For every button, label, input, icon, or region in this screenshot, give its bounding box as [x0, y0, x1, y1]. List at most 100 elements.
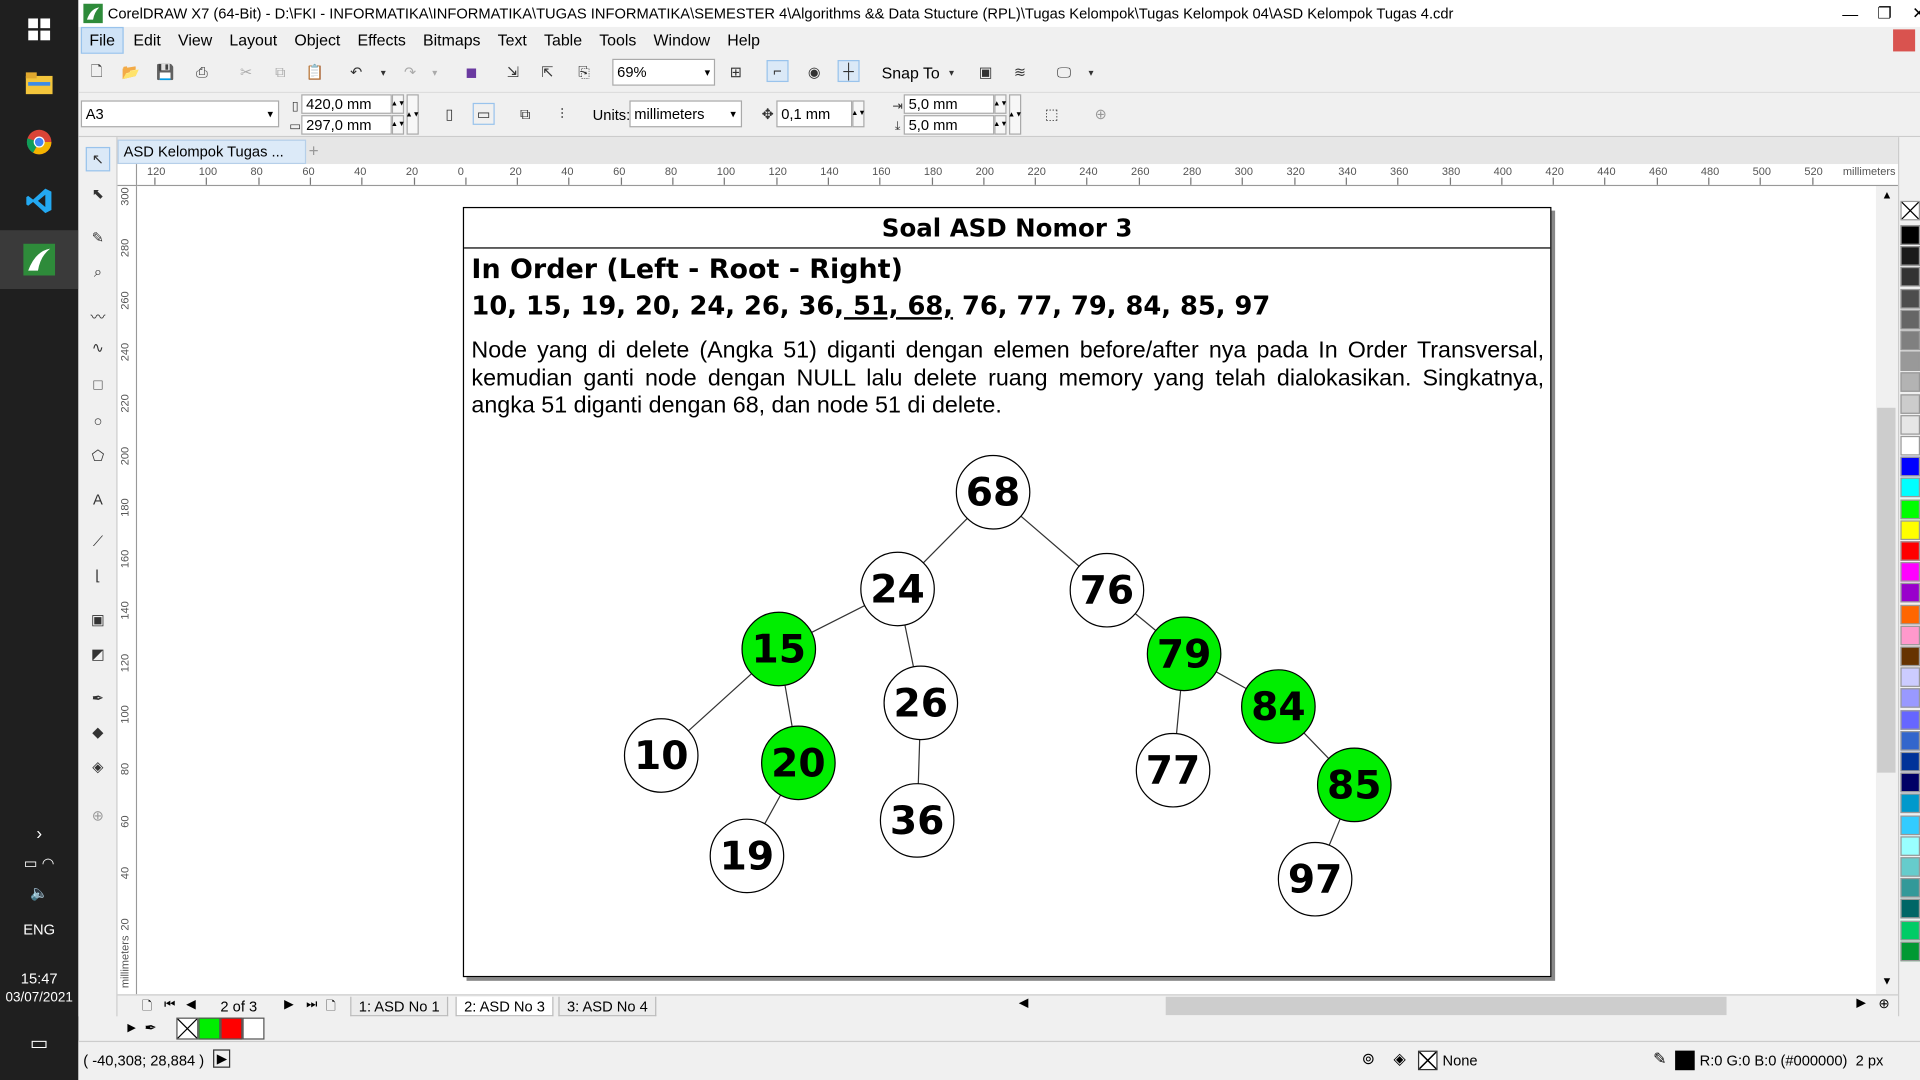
transparency-tool-icon[interactable]: ◩: [86, 642, 110, 666]
page-height-spinner[interactable]: ▲▼: [391, 115, 405, 135]
status-expand-icon[interactable]: ▶: [213, 1049, 231, 1068]
drop-shadow-icon[interactable]: ▣: [86, 607, 110, 631]
palette-swatch[interactable]: [1900, 309, 1920, 330]
windows-start-icon[interactable]: [0, 0, 78, 59]
tree-node-20[interactable]: 20: [761, 725, 836, 801]
first-page-icon[interactable]: ⏮: [164, 998, 175, 1011]
page-tab-2[interactable]: 2: ASD No 3: [455, 996, 554, 1017]
vscode-icon[interactable]: [0, 171, 78, 230]
zoom-navigator-icon[interactable]: ⊕: [1878, 996, 1889, 1012]
redo-icon[interactable]: ↷: [399, 61, 421, 83]
export-icon[interactable]: ⇱: [536, 61, 558, 83]
all-pages-icon[interactable]: ⧉: [514, 103, 536, 125]
current-page-icon[interactable]: ⫶: [551, 103, 573, 125]
palette-swatch[interactable]: [1900, 604, 1920, 624]
copy-icon[interactable]: ⧉: [269, 61, 291, 83]
palette-swatch[interactable]: [1900, 541, 1920, 561]
palette-swatch[interactable]: [1900, 899, 1920, 919]
portrait-icon[interactable]: ▯: [438, 103, 460, 125]
palette-swatch[interactable]: [1900, 688, 1920, 709]
palette-swatch[interactable]: [1900, 878, 1920, 898]
palette-swatch[interactable]: [1900, 288, 1920, 309]
notification-icon[interactable]: ▭: [0, 1031, 78, 1055]
scroll-right-icon[interactable]: ▶: [1856, 997, 1865, 1010]
next-page-icon[interactable]: ▶: [284, 998, 293, 1011]
save-icon[interactable]: 💾: [154, 61, 176, 83]
tree-node-84[interactable]: 84: [1241, 669, 1316, 744]
show-more-icon[interactable]: ›: [0, 823, 78, 843]
freehand-tool-icon[interactable]: 〰: [86, 304, 110, 328]
landscape-icon[interactable]: ▭: [472, 102, 495, 125]
tree-edge-24-26[interactable]: [904, 624, 915, 667]
tree-node-36[interactable]: 36: [879, 783, 955, 858]
palette-swatch[interactable]: [1900, 793, 1920, 814]
publish-pdf-icon[interactable]: ⎘: [573, 61, 595, 83]
palette-swatch[interactable]: [1900, 667, 1920, 688]
add-icon[interactable]: ⊕: [1090, 103, 1112, 125]
tree-node-19[interactable]: 19: [709, 818, 785, 894]
horizontal-scroll-thumb[interactable]: [1165, 996, 1727, 1016]
interactive-fill-icon[interactable]: ◆: [86, 720, 110, 744]
tree-edge-68-76[interactable]: [1020, 515, 1080, 567]
page-tab-3[interactable]: 3: ASD No 4: [558, 996, 657, 1017]
menu-edit[interactable]: Edit: [126, 27, 168, 54]
duplicate-spinner[interactable]: ▲▼: [1008, 94, 1022, 135]
chrome-icon[interactable]: [0, 113, 78, 172]
duplicate-distance-y-field[interactable]: 5,0 mm: [903, 115, 995, 135]
palette-swatch[interactable]: [1900, 730, 1920, 751]
tree-node-15[interactable]: 15: [741, 611, 817, 687]
treat-as-filled-icon[interactable]: ⬚: [1041, 103, 1063, 125]
tree-node-10[interactable]: 10: [623, 718, 699, 793]
vertical-ruler[interactable]: 300 280 260 240 220 200 180 160 140 120 100 80 60 40 2…: [117, 186, 138, 995]
tree-edge-15-20[interactable]: [784, 685, 793, 727]
drawing-canvas[interactable]: Soal ASD Nomor 3 In Order (Left - Root -…: [137, 186, 1876, 995]
show-rulers-icon[interactable]: ⌐: [766, 60, 789, 83]
pick-tool-icon[interactable]: ↖: [85, 146, 111, 172]
palette-swatch[interactable]: [1900, 520, 1920, 540]
tree-edge-76-79[interactable]: [1134, 613, 1157, 631]
polygon-tool-icon[interactable]: ⬠: [86, 443, 110, 467]
cut-icon[interactable]: ✂: [235, 61, 257, 83]
duplicate-distance-x-field[interactable]: 5,0 mm: [903, 94, 995, 114]
new-document-icon[interactable]: 🗋: [86, 61, 108, 83]
tree-edge-85-97[interactable]: [1328, 818, 1341, 846]
tree-edge-15-10[interactable]: [688, 673, 752, 732]
last-page-icon[interactable]: ⏭: [306, 998, 317, 1011]
drawing-page[interactable]: Soal ASD Nomor 3 In Order (Left - Root -…: [462, 206, 1552, 978]
tree-edge-26-36[interactable]: [917, 739, 921, 784]
palette-swatch[interactable]: [1900, 920, 1920, 940]
shape-tool-icon[interactable]: ⬉: [86, 181, 110, 205]
palette-swatch[interactable]: [1900, 709, 1920, 730]
smart-fill-icon[interactable]: ◈: [86, 754, 110, 778]
palette-swatch[interactable]: [1900, 351, 1920, 372]
tree-node-76[interactable]: 76: [1069, 552, 1145, 628]
fill-swatch[interactable]: [1417, 1050, 1438, 1071]
screen-icon[interactable]: 🖵: [1053, 61, 1075, 83]
undo-icon[interactable]: ↶: [345, 61, 367, 83]
zoom-level-select[interactable]: 69% ▾: [612, 58, 716, 86]
ellipse-tool-icon[interactable]: ○: [86, 409, 110, 433]
show-guidelines-icon[interactable]: ┼: [837, 60, 860, 83]
open-icon[interactable]: 📂: [120, 61, 142, 83]
nudge-distance-field[interactable]: 0,1 mm: [776, 100, 853, 128]
parallel-dimension-icon[interactable]: ⟋: [86, 529, 110, 553]
menu-text[interactable]: Text: [490, 27, 534, 54]
palette-expand-icon[interactable]: ▶: [127, 1021, 135, 1034]
scroll-up-icon[interactable]: ▲: [1876, 189, 1898, 201]
tree-node-85[interactable]: 85: [1316, 747, 1392, 823]
tree-edge-20-19[interactable]: [764, 794, 782, 825]
redo-dropdown-icon[interactable]: ▾: [424, 61, 446, 83]
rectangle-tool-icon[interactable]: □: [86, 372, 110, 396]
restore-button[interactable]: ❐: [1866, 0, 1903, 27]
undo-dropdown-icon[interactable]: ▾: [372, 61, 394, 83]
palette-swatch[interactable]: [1900, 330, 1920, 351]
no-color-swatch[interactable]: [1900, 200, 1920, 221]
palette-swatch[interactable]: [1900, 625, 1920, 646]
menu-table[interactable]: Table: [537, 27, 590, 54]
previous-page-icon[interactable]: ◀: [186, 998, 195, 1011]
palette-swatch[interactable]: [1900, 499, 1920, 519]
crop-tool-icon[interactable]: ✎: [86, 225, 110, 249]
tree-node-79[interactable]: 79: [1146, 616, 1222, 692]
text-tool-icon[interactable]: A: [86, 487, 110, 511]
artistic-media-icon[interactable]: ∿: [86, 336, 110, 360]
